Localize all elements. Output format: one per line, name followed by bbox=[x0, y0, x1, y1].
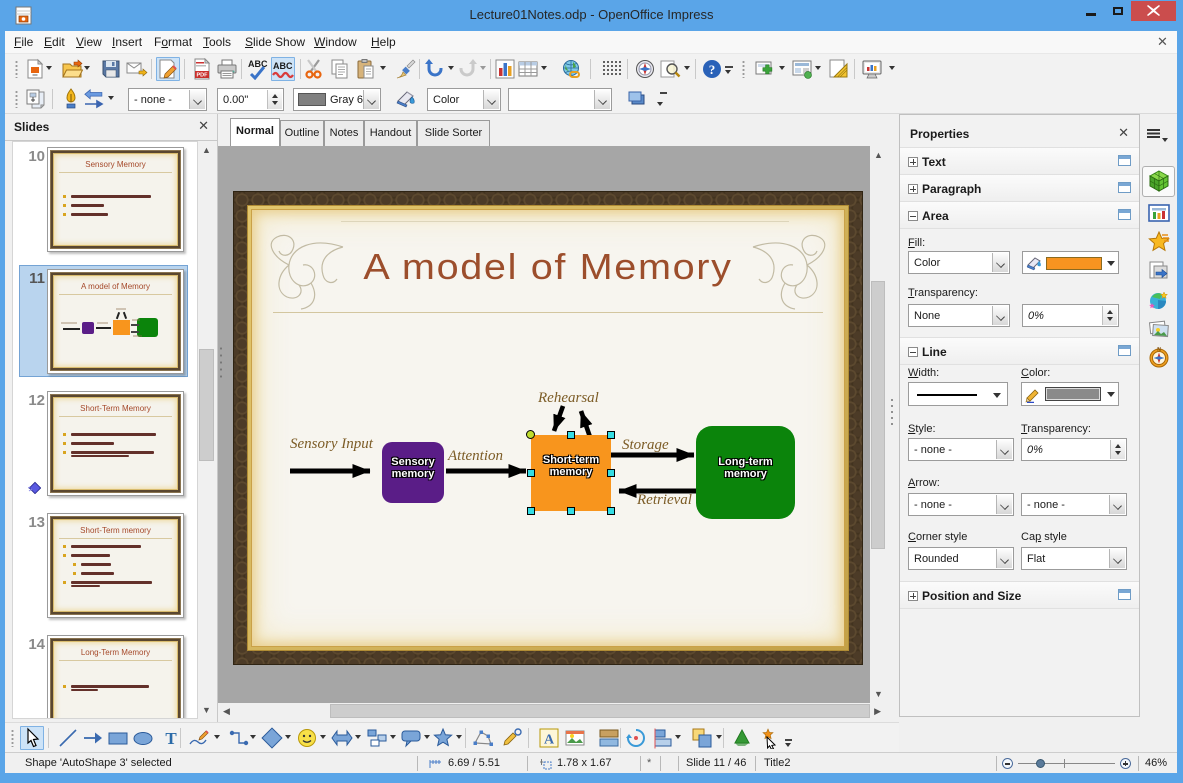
svg-text:ABC: ABC bbox=[273, 61, 293, 71]
svg-text:N: N bbox=[1157, 347, 1161, 353]
svg-text:?: ? bbox=[709, 62, 716, 77]
svg-text:T: T bbox=[165, 729, 177, 748]
svg-text:PDF: PDF bbox=[197, 73, 209, 79]
svg-text:A: A bbox=[544, 733, 555, 748]
svg-text:ABC: ABC bbox=[248, 59, 268, 69]
